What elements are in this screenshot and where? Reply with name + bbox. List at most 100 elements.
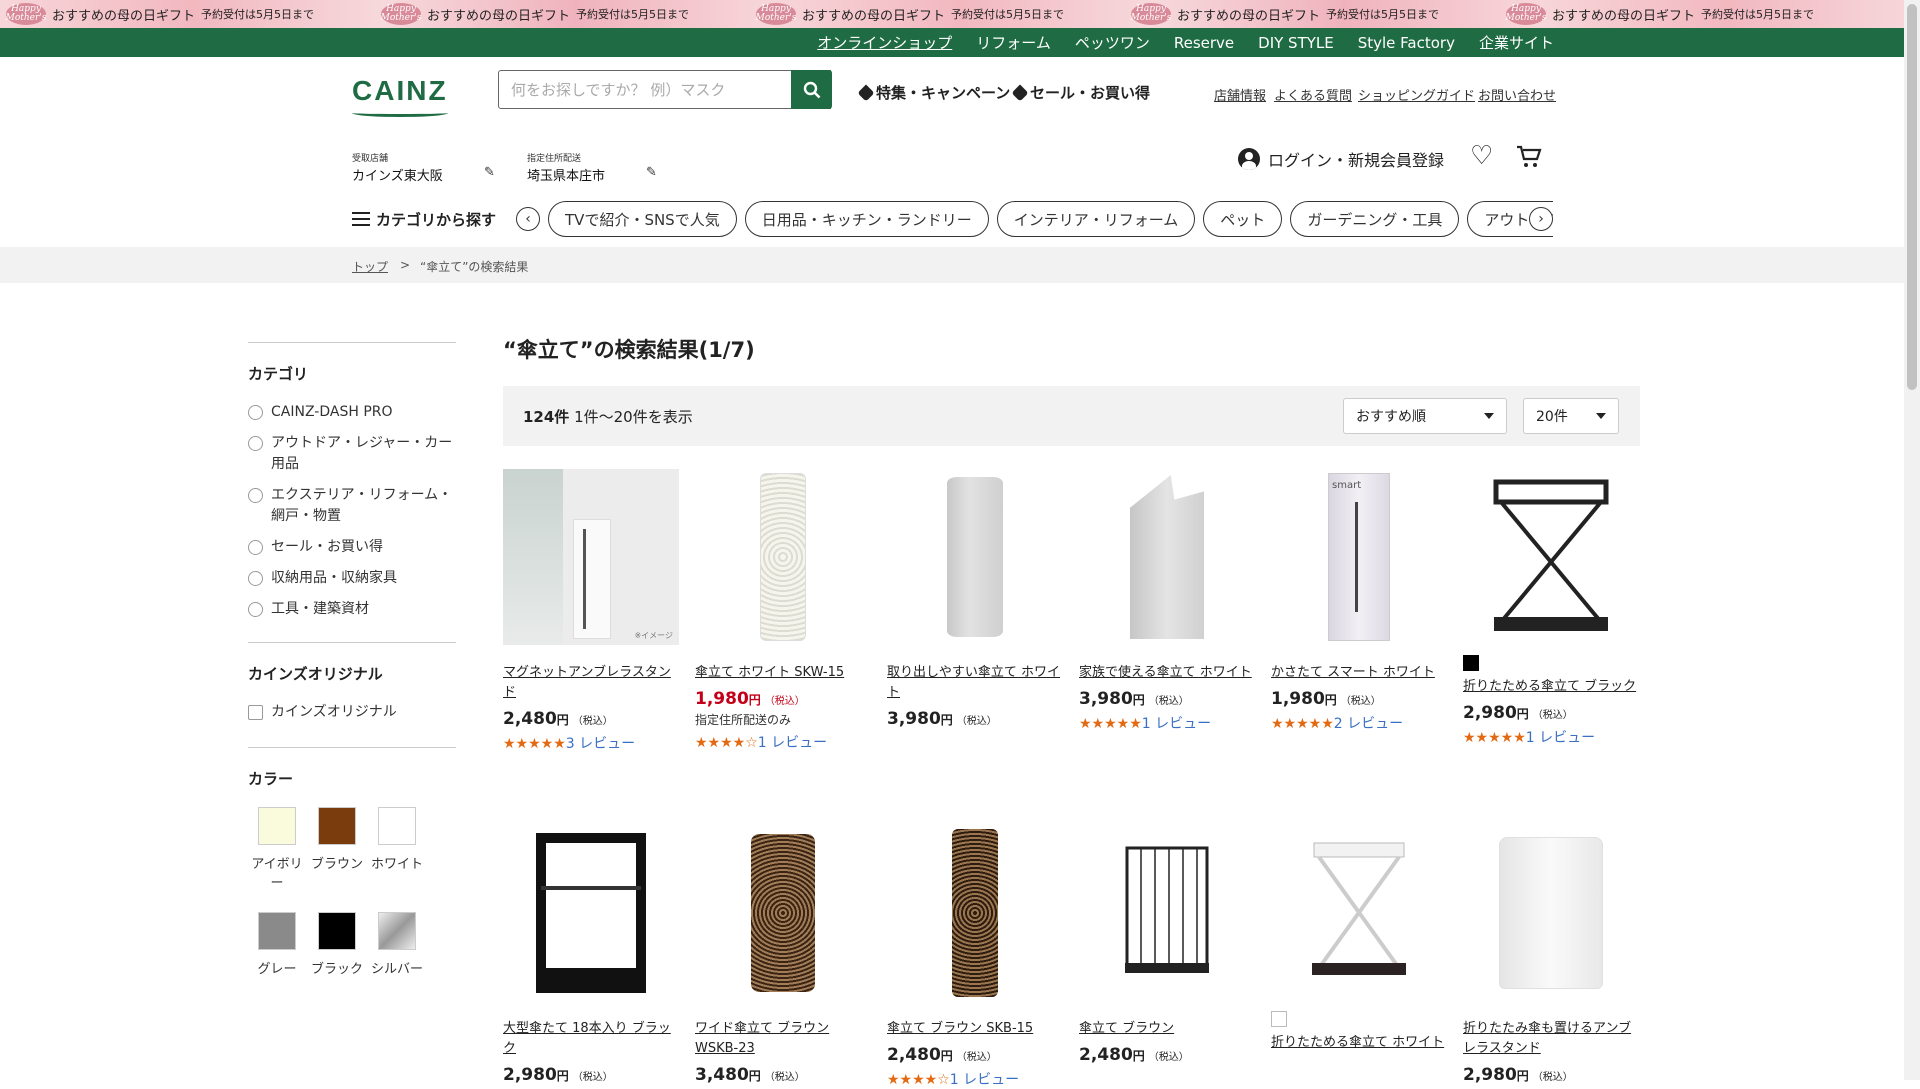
product-rating[interactable]: ★★★★★2 レビュー	[1271, 713, 1447, 733]
scrollbar-thumb[interactable]	[1907, 4, 1917, 390]
swatch-silver[interactable]	[378, 912, 416, 950]
swatch-ivory[interactable]	[258, 807, 296, 845]
category-option[interactable]: セール・お買い得	[248, 537, 456, 558]
product-card[interactable]: 折りたためる傘立て ブラック 2,980円 （税込） ★★★★★1 レビュー	[1463, 469, 1639, 747]
chevron-right-icon[interactable]: ›	[1529, 207, 1554, 231]
category-option[interactable]: 収納用品・収納家具	[248, 568, 456, 589]
chip-daily-goods[interactable]: 日用品・キッチン・ランドリー	[744, 201, 989, 237]
review-link[interactable]: 1 レビュー	[950, 1072, 1019, 1088]
color-chip-black[interactable]	[1463, 655, 1479, 671]
product-card[interactable]: ワイド傘立て ブラウン WSKB-23 3,480円 （税込）	[695, 825, 871, 1085]
contact-link[interactable]: お問い合わせ	[1478, 85, 1556, 104]
sort-select[interactable]: おすすめ順	[1343, 398, 1507, 434]
product-name[interactable]: 大型傘たて 18本入り ブラック	[503, 1019, 679, 1059]
product-rating[interactable]: ★★★★☆1 レビュー	[887, 1069, 1063, 1089]
product-rating[interactable]: ★★★★★1 レビュー	[1079, 713, 1255, 733]
product-card[interactable]: 折りたたみ傘も置けるアンブレラスタンド 2,980円 （税込）	[1463, 825, 1639, 1085]
swatch-white[interactable]	[378, 807, 416, 845]
topnav-online-shop[interactable]: オンラインショップ	[817, 32, 952, 53]
edit-address-icon[interactable]: ✎	[646, 165, 657, 180]
campaign-link[interactable]: 特集・キャンペーン	[857, 82, 1011, 103]
product-rating[interactable]: ★★★★★1 レビュー	[1463, 727, 1639, 747]
product-card[interactable]: 折りたためる傘立て ホワイト	[1271, 825, 1447, 1053]
product-name[interactable]: 傘立て ホワイト SKW-15	[695, 663, 871, 683]
product-rating[interactable]: ★★★★★3 レビュー	[503, 733, 679, 753]
scrollbar[interactable]	[1904, 0, 1920, 1080]
product-image[interactable]	[503, 825, 679, 1001]
image-stand	[573, 519, 611, 639]
chip-interior[interactable]: インテリア・リフォーム	[996, 201, 1196, 237]
product-rating[interactable]: ★★★★☆1 レビュー	[695, 732, 871, 752]
shopping-guide-link[interactable]: ショッピングガイド	[1358, 85, 1475, 104]
category-menu-button[interactable]: カテゴリから探す	[352, 209, 496, 230]
category-option[interactable]: CAINZ-DASH PRO	[248, 402, 456, 423]
product-image[interactable]: smart	[1271, 469, 1447, 645]
product-name[interactable]: 傘立て ブラウン	[1079, 1019, 1255, 1039]
product-name[interactable]: 取り出しやすい傘立て ホワイト	[887, 663, 1063, 703]
product-image[interactable]	[695, 469, 871, 645]
product-name[interactable]: 折りたためる傘立て ブラック	[1463, 677, 1639, 697]
product-image[interactable]	[1463, 825, 1639, 1001]
product-name[interactable]: 折りたたみ傘も置けるアンブレラスタンド	[1463, 1019, 1639, 1059]
product-card[interactable]: 傘立て ブラウン 2,480円 （税込）	[1079, 825, 1255, 1065]
topnav-style-factory[interactable]: Style Factory	[1358, 34, 1455, 52]
product-card[interactable]: 大型傘たて 18本入り ブラック 2,980円 （税込）	[503, 825, 679, 1085]
product-image[interactable]	[1079, 469, 1255, 645]
product-image[interactable]	[695, 825, 871, 1001]
per-page-select[interactable]: 20件	[1523, 398, 1619, 434]
faq-link[interactable]: よくある質問	[1274, 85, 1352, 104]
product-image[interactable]	[887, 825, 1063, 1001]
product-card[interactable]: 傘立て ホワイト SKW-15 1,980円 （税込） 指定住所配送のみ ★★★★…	[695, 469, 871, 752]
product-image[interactable]	[1079, 825, 1255, 1001]
review-link[interactable]: 2 レビュー	[1334, 716, 1403, 732]
topnav-reform[interactable]: リフォーム	[976, 32, 1051, 53]
product-image[interactable]	[887, 469, 1063, 645]
breadcrumb-home[interactable]: トップ	[352, 258, 388, 275]
product-card[interactable]: 家族で使える傘立て ホワイト 3,980円 （税込） ★★★★★1 レビュー	[1079, 469, 1255, 733]
product-card[interactable]: 取り出しやすい傘立て ホワイト 3,980円 （税込）	[887, 469, 1063, 729]
login-link[interactable]: ログイン・新規会員登録	[1238, 147, 1444, 171]
chip-gardening[interactable]: ガーデニング・工具	[1290, 201, 1460, 237]
mothers-day-banner[interactable]: Happy Mother's おすすめの母の日ギフト 予約受付は5月5日まで Happ…	[0, 0, 1920, 28]
product-card[interactable]: 傘立て ブラウン SKB-15 2,480円 （税込） ★★★★☆1 レビュー	[887, 825, 1063, 1089]
swatch-brown[interactable]	[318, 807, 356, 845]
product-image[interactable]	[1463, 469, 1639, 645]
swatch-black[interactable]	[318, 912, 356, 950]
category-option[interactable]: エクステリア・リフォーム・網戸・物置	[248, 485, 456, 527]
chip-tv-sns[interactable]: TVで紹介・SNSで人気	[548, 201, 737, 237]
product-name[interactable]: 折りたためる傘立て ホワイト	[1271, 1033, 1447, 1053]
review-link[interactable]: 1 レビュー	[1142, 716, 1211, 732]
category-option[interactable]: 工具・建築資材	[248, 599, 456, 620]
cart-icon[interactable]	[1516, 145, 1542, 173]
store-info-link[interactable]: 店舗情報	[1214, 85, 1266, 104]
original-checkbox[interactable]: カインズオリジナル	[248, 702, 456, 723]
product-name[interactable]: 傘立て ブラウン SKB-15	[887, 1019, 1063, 1039]
search-input[interactable]: 何をお探しですか？ 例）マスク	[498, 70, 831, 109]
category-option[interactable]: アウトドア・レジャー・カー用品	[248, 433, 456, 475]
chevron-left-icon[interactable]: ‹	[516, 207, 541, 231]
campaign-label: 特集・キャンペーン	[876, 84, 1011, 102]
product-card[interactable]: smart かさたて スマート ホワイト 1,980円 （税込） ★★★★★2 レ…	[1271, 469, 1447, 733]
product-name[interactable]: かさたて スマート ホワイト	[1271, 663, 1447, 683]
heart-icon[interactable]: ♡	[1470, 141, 1493, 171]
product-card[interactable]: ※イメージ マグネットアンブレラスタンド 2,480円 （税込） ★★★★★3 レ…	[503, 469, 679, 753]
sale-link[interactable]: セール・お買い得	[1011, 82, 1150, 103]
topnav-corporate[interactable]: 企業サイト	[1479, 32, 1554, 53]
color-chip-white[interactable]	[1271, 1011, 1287, 1027]
product-image[interactable]	[1271, 825, 1447, 1001]
product-name[interactable]: マグネットアンブレラスタンド	[503, 663, 679, 703]
topnav-reserve[interactable]: Reserve	[1174, 34, 1234, 52]
topnav-petsone[interactable]: ペッツワン	[1075, 32, 1150, 53]
edit-store-icon[interactable]: ✎	[484, 165, 495, 180]
product-name[interactable]: ワイド傘立て ブラウン WSKB-23	[695, 1019, 871, 1059]
search-button[interactable]	[791, 70, 832, 109]
review-link[interactable]: 1 レビュー	[758, 735, 827, 751]
chip-pet[interactable]: ペット	[1203, 201, 1283, 237]
swatch-gray[interactable]	[258, 912, 296, 950]
product-name[interactable]: 家族で使える傘立て ホワイト	[1079, 663, 1255, 683]
review-link[interactable]: 1 レビュー	[1526, 730, 1595, 746]
topnav-diy-style[interactable]: DIY STYLE	[1258, 34, 1334, 52]
product-image[interactable]: ※イメージ	[503, 469, 679, 645]
review-link[interactable]: 3 レビュー	[566, 736, 635, 752]
cainz-logo[interactable]: CAINZ	[352, 75, 448, 107]
